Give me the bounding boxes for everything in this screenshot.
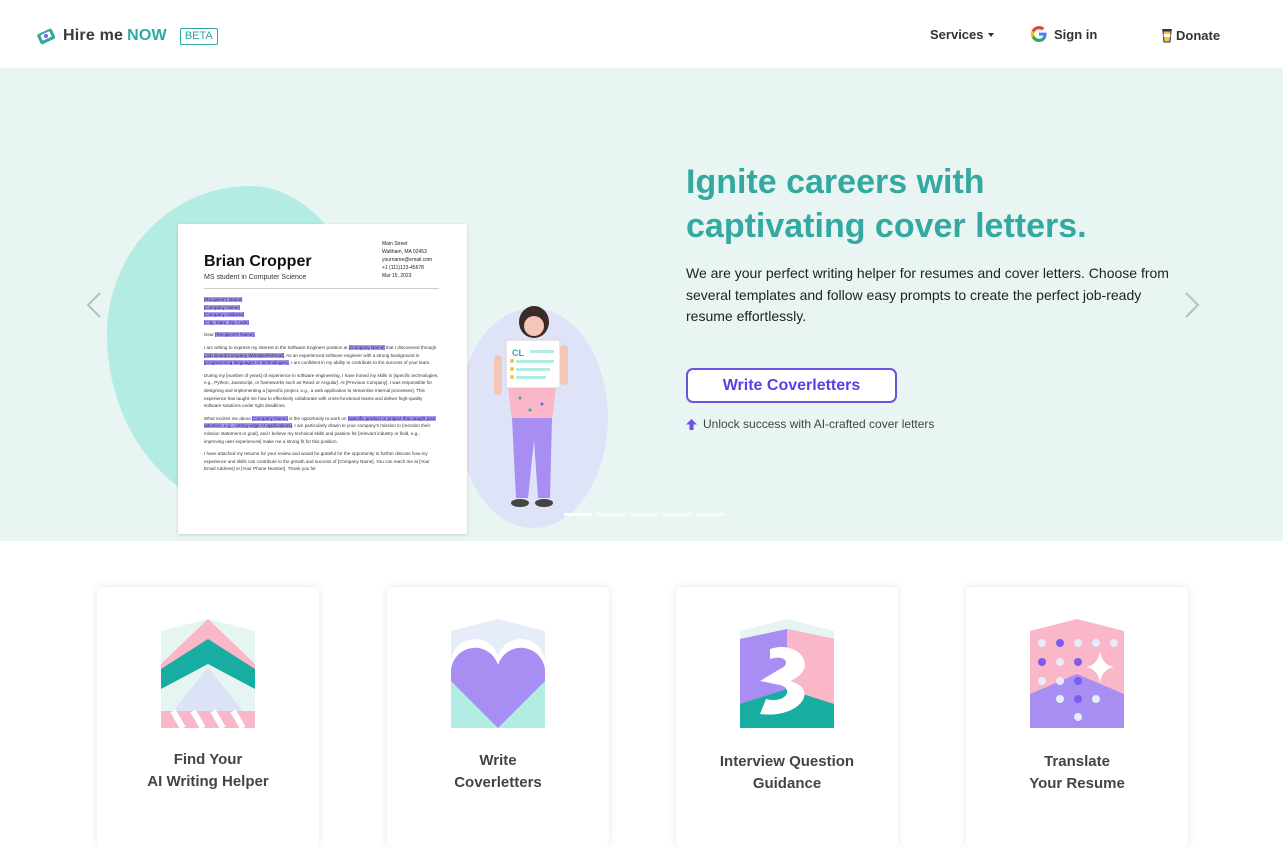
donate-button[interactable]: Donate (1161, 28, 1220, 43)
ticket-logo-icon (37, 28, 55, 45)
doc-subtitle: MS student in Computer Science (204, 274, 307, 281)
interview-guidance-icon (740, 619, 834, 728)
heart-icon (451, 619, 545, 728)
donate-label: Donate (1176, 28, 1221, 43)
ai-helper-icon (161, 619, 255, 728)
hero-hint: Unlock success with AI-crafted cover let… (686, 417, 934, 431)
person-holding-cv-illustration: CL (494, 306, 568, 507)
doc-body: [Recipient's Name] [Company Name] [Compa… (204, 297, 439, 472)
write-coverletters-button[interactable]: Write Coverletters (686, 368, 897, 403)
beta-badge: BETA (179, 27, 218, 45)
hero-description: We are your perfect writing helper for r… (686, 265, 1169, 324)
services-label: Services (930, 27, 984, 42)
coffee-cup-icon (1162, 29, 1172, 43)
feature-card-title: Write Coverletters (454, 752, 542, 791)
top-navbar: Hire me NOW BETA Services Sign in Donate (0, 0, 1283, 68)
carousel-indicator[interactable] (564, 513, 592, 516)
signin-button[interactable]: Sign in (1031, 26, 1097, 42)
google-icon (1031, 26, 1047, 42)
doc-divider (204, 288, 439, 289)
cover-letter-preview: Brian Cropper MS student in Computer Sci… (178, 224, 467, 534)
caret-down-icon (987, 32, 994, 37)
feature-card-translate[interactable]: Translate Your Resume (966, 587, 1188, 847)
feature-card-title: Translate Your Resume (1029, 753, 1125, 792)
brand-name: Hire me NOW (63, 27, 167, 44)
signin-label: Sign in (1054, 26, 1098, 42)
carousel-prev-button[interactable] (86, 291, 102, 319)
translate-icon (1030, 619, 1124, 728)
doc-address: Main Street Waltham, MA 02453 yourname@e… (382, 241, 433, 279)
feature-card-title: Interview Question Guidance (719, 753, 855, 792)
feature-card-title: Find Your AI Writing Helper (147, 751, 269, 790)
arrow-up-icon (686, 418, 697, 430)
services-dropdown[interactable]: Services (930, 27, 994, 42)
cl-badge-text: CL (512, 348, 524, 358)
hero-title: Ignite careers with captivating cover le… (686, 163, 1087, 245)
brand-logo[interactable]: Hire me NOW BETA (37, 27, 218, 45)
carousel-indicator[interactable] (696, 513, 724, 516)
hero-carousel: Brian Cropper MS student in Computer Sci… (0, 68, 1283, 541)
carousel-next-button[interactable] (1184, 291, 1200, 319)
carousel-indicator[interactable] (630, 513, 658, 516)
feature-card-write-coverletters[interactable]: Write Coverletters (387, 587, 609, 847)
doc-name: Brian Cropper (204, 253, 312, 270)
carousel-indicators (564, 513, 724, 516)
feature-card-ai-helper[interactable]: Find Your AI Writing Helper (97, 587, 319, 847)
carousel-indicator[interactable] (597, 513, 625, 516)
carousel-indicator[interactable] (663, 513, 691, 516)
feature-card-interview[interactable]: Interview Question Guidance (676, 587, 898, 847)
